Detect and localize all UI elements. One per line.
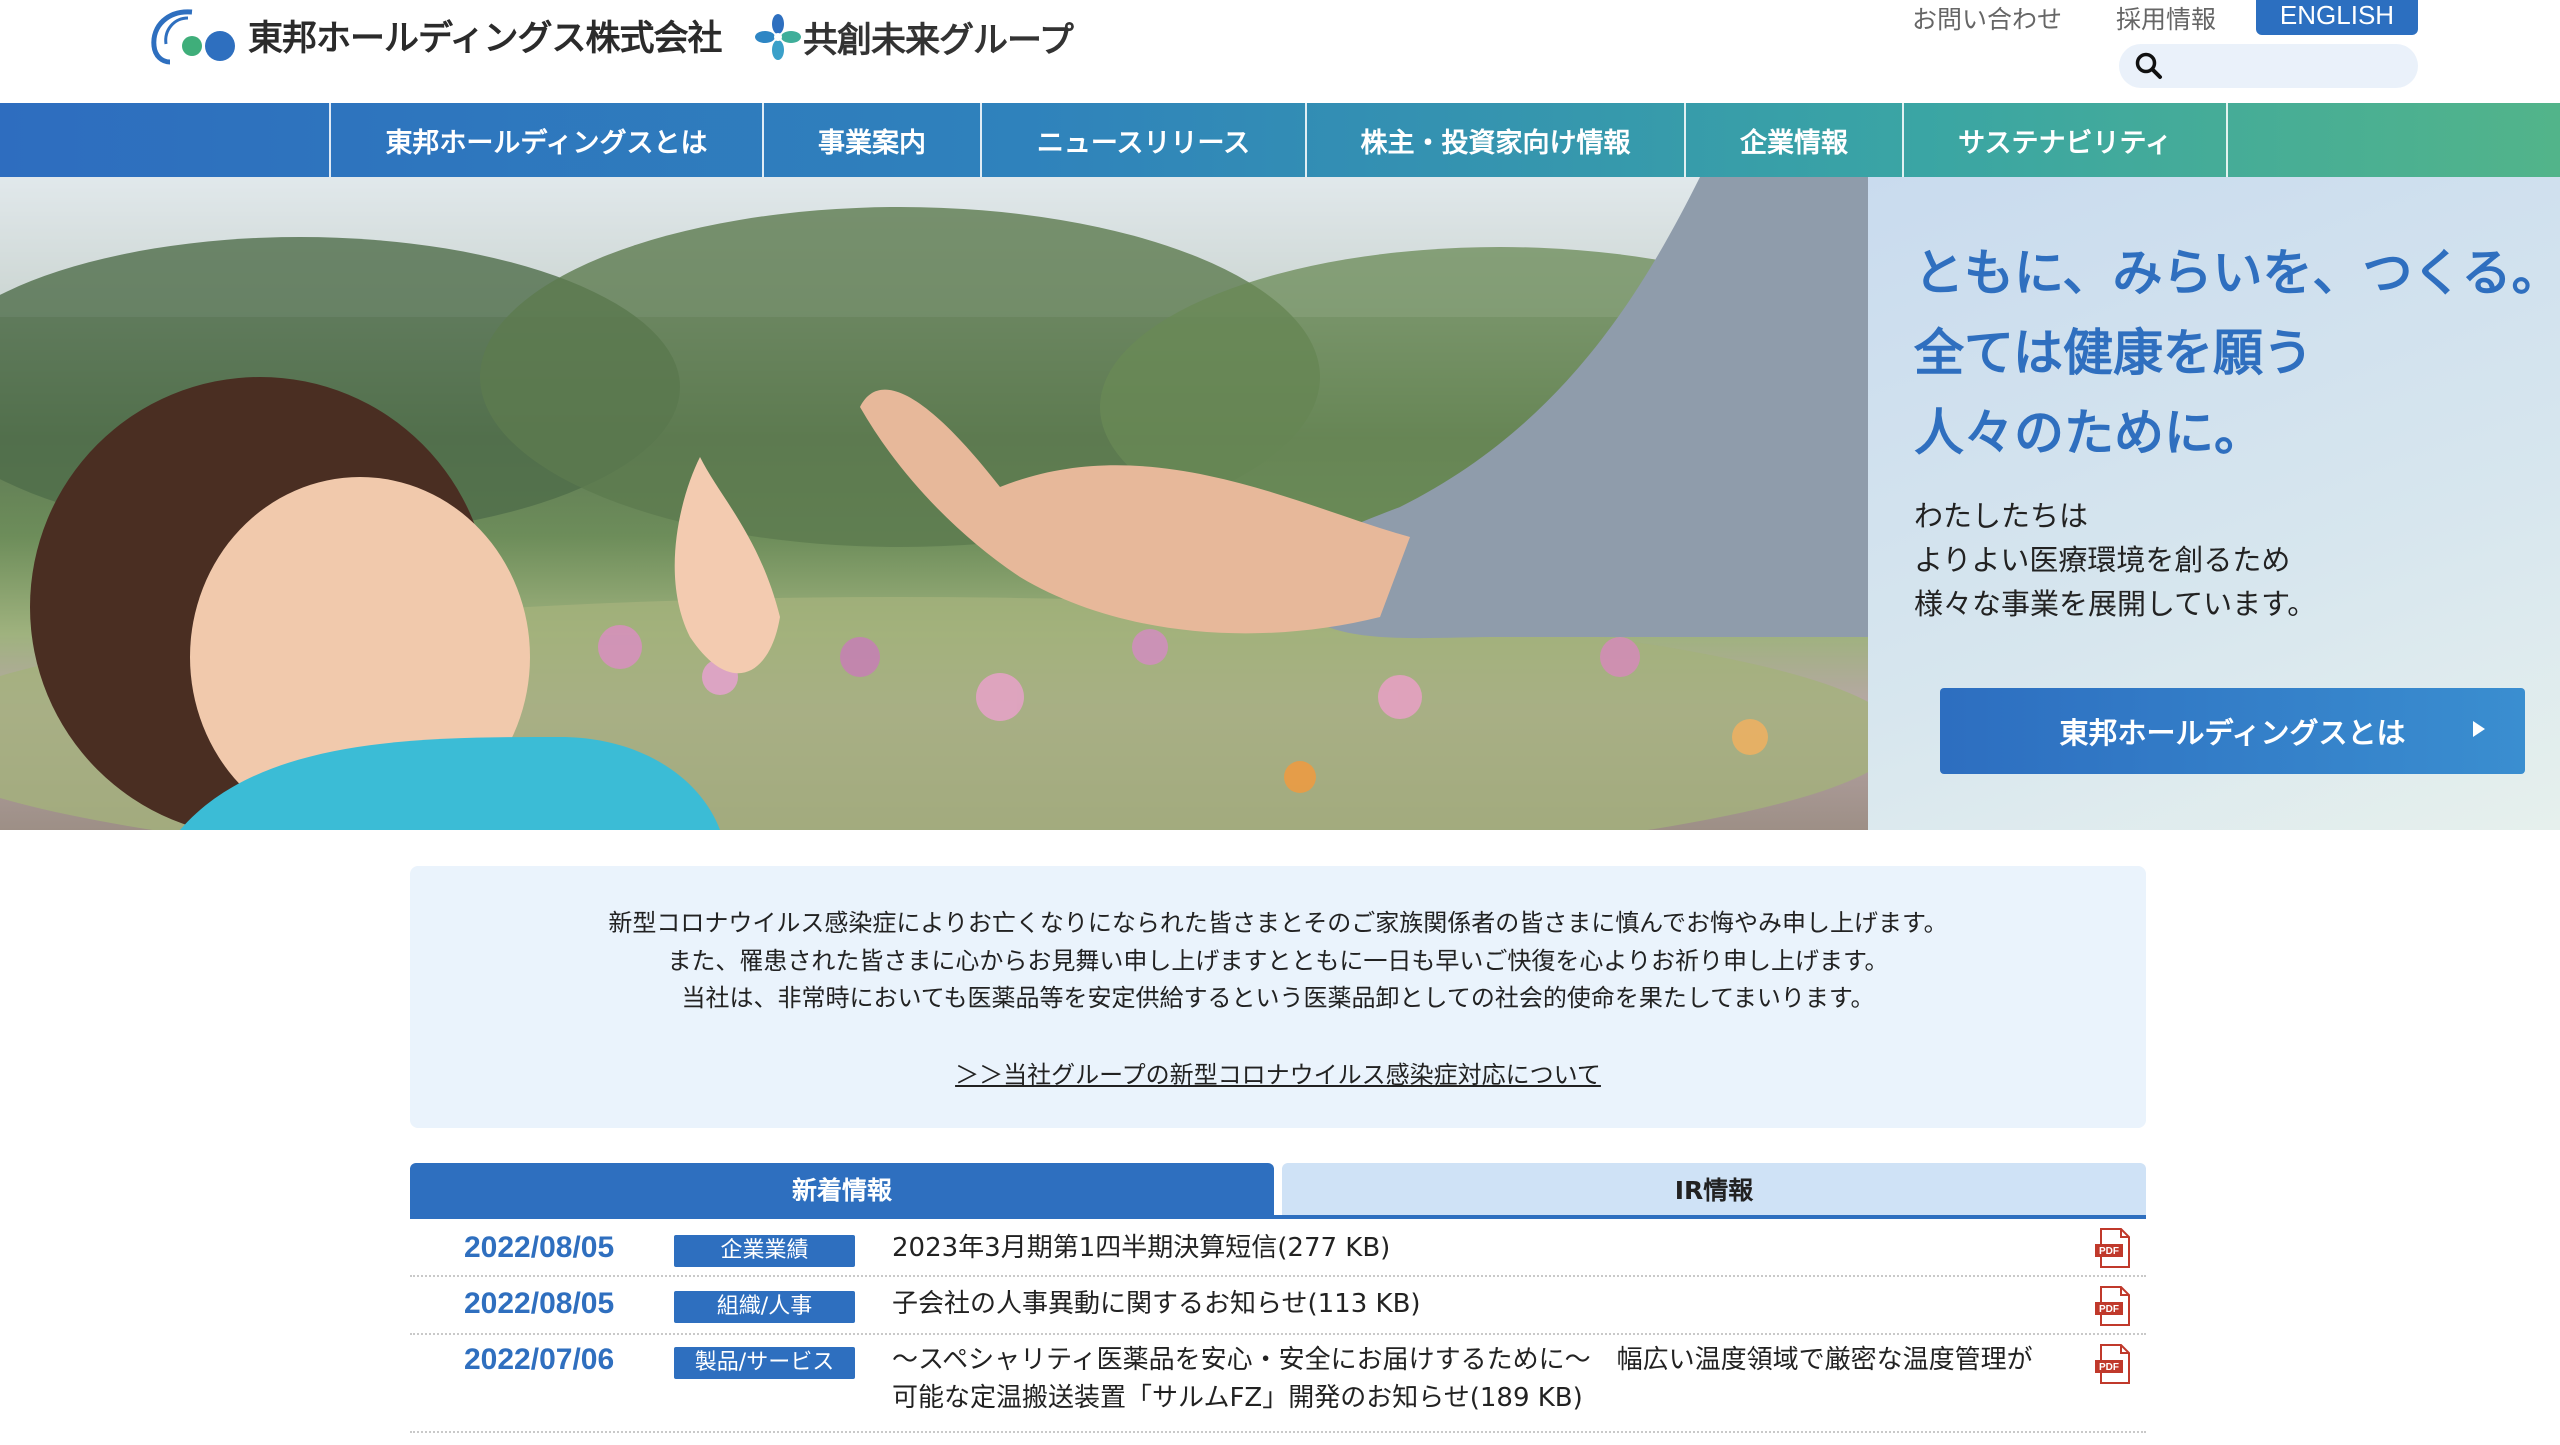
search-icon[interactable] — [2133, 50, 2165, 82]
hero-catch-line: ともに、みらいを、つくる。 — [1914, 244, 2560, 302]
hero-section: ともに、みらいを、つくる。 全ては健康を願う 人々のために。 わたしたちは より… — [0, 177, 2560, 830]
group-logo[interactable]: 共創未来グループ — [755, 12, 1074, 62]
covid-notice: 新型コロナウイルス感染症によりお亡くなりになられた皆さまとそのご家族関係者の皆さ… — [410, 866, 2146, 1128]
pdf-icon-label: PDF — [2099, 1304, 2119, 1315]
hero-photo — [0, 177, 1868, 830]
company-logo[interactable]: 東邦ホールディングス株式会社 — [148, 4, 723, 66]
hero-catchcopy: ともに、みらいを、つくる。 全ては健康を願う 人々のために。 — [1914, 233, 2560, 473]
news-title-link[interactable]: 子会社の人事異動に関するお知らせ(113 KB) — [892, 1285, 2042, 1323]
notice-line: また、罹患された皆さまに心からお見舞い申し上げますとともに一日も早いご快復を心よ… — [667, 947, 1889, 975]
notice-line: 当社は、非常時においても医薬品等を安定供給するという医薬品卸としての社会的使命を… — [681, 984, 1875, 1012]
about-button-label: 東邦ホールディングスとは — [2059, 716, 2406, 750]
contact-link[interactable]: お問い合わせ — [1912, 0, 2062, 36]
news-list: 2022/08/05 企業業績 2023年3月期第1四半期決算短信(277 KB… — [410, 1219, 2146, 1433]
pdf-icon[interactable]: PDF — [2093, 1285, 2133, 1327]
hero-desc-line: 様々な事業を展開しています。 — [1914, 587, 2317, 621]
news-row[interactable]: 2022/08/05 組織/人事 子会社の人事異動に関するお知らせ(113 KB… — [410, 1277, 2146, 1335]
nav-item-company[interactable]: 企業情報 — [1684, 103, 1902, 177]
hero-image — [0, 177, 1868, 830]
news-tag: 製品/サービス — [674, 1347, 855, 1379]
flower-logo-icon — [755, 14, 801, 60]
global-nav: 東邦ホールディングスとは 事業案内 ニュースリリース 株主・投資家向け情報 企業… — [0, 103, 2560, 177]
site-header: 東邦ホールディングス株式会社 共創未来グループ お問い合わせ 採用情報 ENGL… — [0, 0, 2560, 103]
news-tag: 企業業績 — [674, 1235, 855, 1267]
pdf-icon-label: PDF — [2099, 1362, 2119, 1373]
news-date: 2022/08/05 — [464, 1231, 615, 1264]
news-title-link[interactable]: 〜スペシャリティ医薬品を安心・安全にお届けするために〜 幅広い温度領域で厳密な温… — [892, 1341, 2042, 1417]
pdf-icon[interactable]: PDF — [2093, 1343, 2133, 1385]
news-row[interactable]: 2022/08/05 企業業績 2023年3月期第1四半期決算短信(277 KB… — [410, 1219, 2146, 1277]
nav-item-business[interactable]: 事業案内 — [762, 103, 980, 177]
hero-catch-line: 全ては健康を願う — [1914, 324, 2313, 382]
hero-description: わたしたちは よりよい医療環境を創るため 様々な事業を展開しています。 — [1914, 494, 2316, 626]
covid-response-link[interactable]: ＞＞当社グループの新型コロナウイルス感染症対応について — [955, 1061, 1601, 1089]
news-date: 2022/07/06 — [464, 1343, 615, 1376]
nav-item-about[interactable]: 東邦ホールディングスとは — [329, 103, 762, 177]
arrow-right-icon — [2473, 721, 2485, 737]
company-name: 東邦ホールディングス株式会社 — [248, 18, 723, 59]
nav-item-news[interactable]: ニュースリリース — [980, 103, 1305, 177]
news-row[interactable]: 2022/07/06 製品/サービス 〜スペシャリティ医薬品を安心・安全にお届け… — [410, 1335, 2146, 1433]
toho-logo-icon — [151, 9, 235, 65]
tab-ir[interactable]: IR情報 — [1282, 1163, 2146, 1215]
hero-catch-line: 人々のために。 — [1914, 404, 2264, 462]
search-input[interactable] — [2119, 44, 2418, 88]
hero-desc-line: わたしたちは — [1914, 499, 2089, 533]
about-button[interactable]: 東邦ホールディングスとは — [1940, 688, 2525, 774]
nav-divider — [2226, 103, 2228, 177]
notice-line: 新型コロナウイルス感染症によりお亡くなりになられた皆さまとそのご家族関係者の皆さ… — [608, 909, 1948, 937]
news-date: 2022/08/05 — [464, 1287, 615, 1320]
pdf-icon[interactable]: PDF — [2093, 1227, 2133, 1269]
tab-news[interactable]: 新着情報 — [410, 1163, 1274, 1215]
nav-item-sustainability[interactable]: サステナビリティ — [1902, 103, 2226, 177]
hero-panel: ともに、みらいを、つくる。 全ては健康を願う 人々のために。 わたしたちは より… — [1868, 177, 2560, 830]
news-tag: 組織/人事 — [674, 1291, 855, 1323]
news-title-link[interactable]: 2023年3月期第1四半期決算短信(277 KB) — [892, 1229, 2042, 1267]
news-tabs: 新着情報 IR情報 — [410, 1163, 2146, 1219]
recruit-link[interactable]: 採用情報 — [2116, 0, 2216, 36]
english-button[interactable]: ENGLISH — [2256, 0, 2418, 35]
hero-desc-line: よりよい医療環境を創るため — [1914, 543, 2291, 577]
nav-item-ir[interactable]: 株主・投資家向け情報 — [1305, 103, 1684, 177]
pdf-icon-label: PDF — [2099, 1246, 2119, 1257]
group-name: 共創未来グループ — [803, 20, 1074, 61]
